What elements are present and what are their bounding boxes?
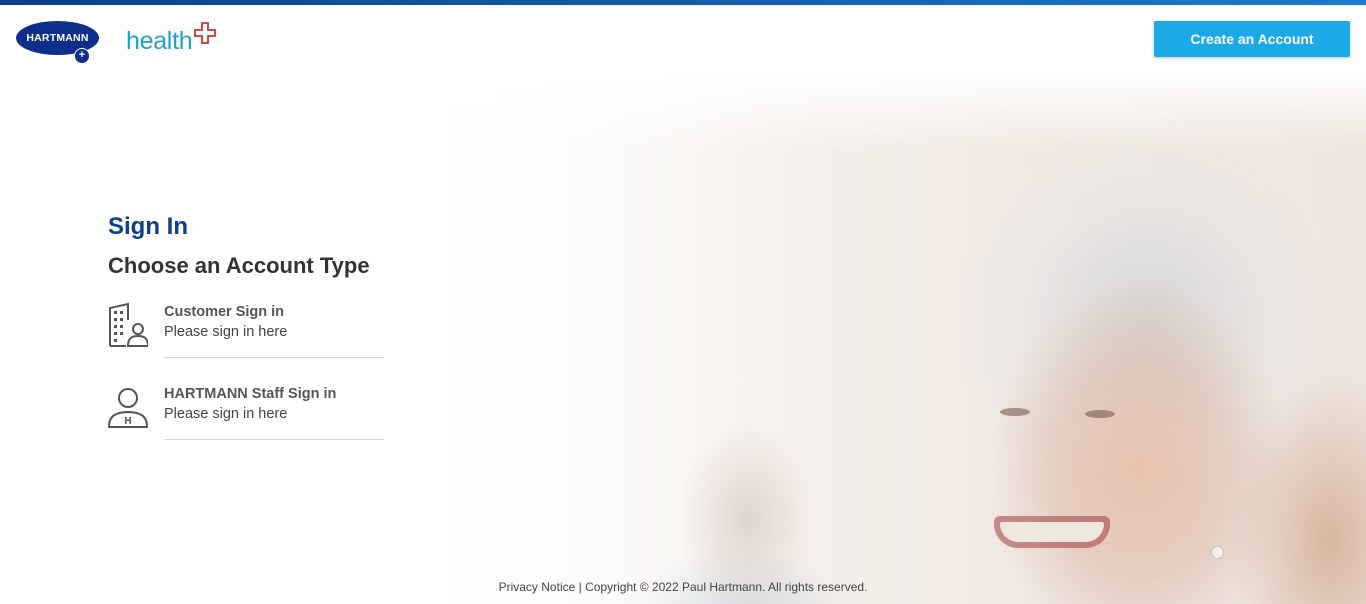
divider (164, 439, 384, 440)
building-person-icon (109, 302, 148, 347)
staff-sign-in-subtext: Please sign in here (164, 406, 288, 422)
staff-sign-in-option[interactable]: H HARTMANN Staff Sign in Please sign in … (108, 384, 384, 442)
hero-fade-overlay (0, 70, 1366, 150)
create-account-button[interactable]: Create an Account (1154, 21, 1350, 57)
copyright-text: Copyright © 2022 Paul Hartmann. All righ… (585, 580, 868, 594)
hartmann-logo-text: HARTMANN (26, 32, 89, 44)
page-title: Sign In (108, 213, 188, 240)
divider (164, 357, 384, 358)
footer-separator: | (578, 580, 582, 594)
svg-text:H: H (124, 416, 131, 427)
plus-icon: + (74, 48, 90, 64)
account-type-heading: Choose an Account Type (108, 253, 370, 278)
footer: Privacy Notice | Copyright © 2022 Paul H… (0, 580, 1366, 594)
red-cross-icon (194, 22, 216, 44)
health-logo[interactable]: health (126, 27, 193, 56)
customer-sign-in-subtext: Please sign in here (164, 324, 288, 340)
staff-sign-in-label: HARTMANN Staff Sign in (164, 386, 337, 402)
header: HARTMANN + health Create an Account (0, 5, 1366, 70)
privacy-notice-link[interactable]: Privacy Notice (499, 580, 576, 594)
staff-person-icon: H (108, 388, 148, 428)
customer-sign-in-option[interactable]: Customer Sign in Please sign in here (108, 302, 384, 360)
customer-sign-in-label: Customer Sign in (164, 304, 285, 320)
